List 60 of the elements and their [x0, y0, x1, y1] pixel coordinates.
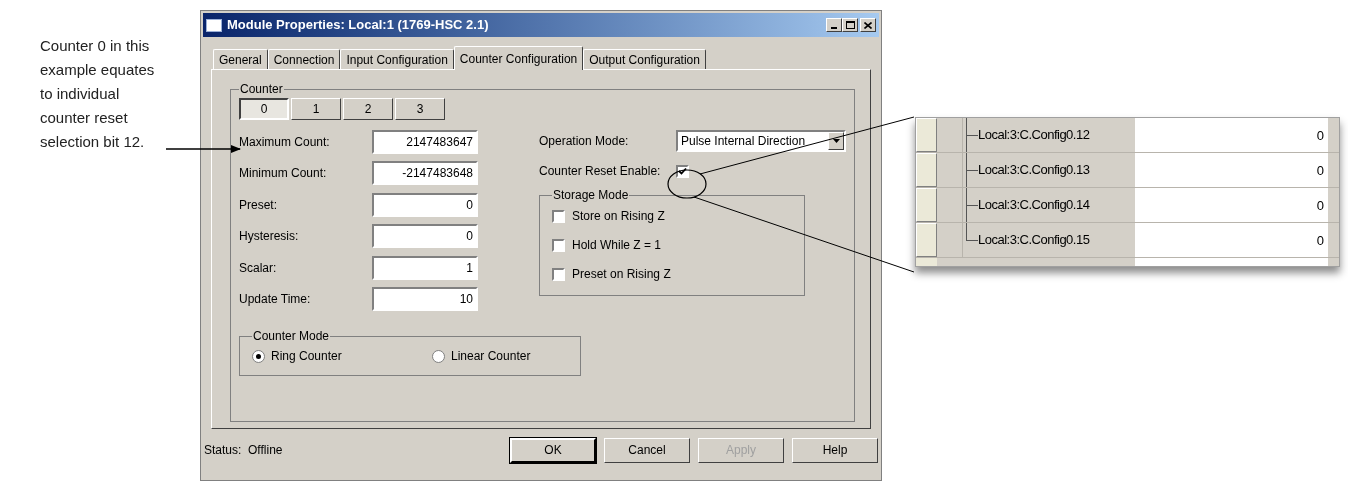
input-field[interactable]: 0: [372, 224, 478, 248]
window-title: Module Properties: Local:1 (1769-HSC 2.1): [227, 16, 490, 35]
close-icon[interactable]: [860, 18, 876, 32]
counter-button[interactable]: 1: [291, 98, 341, 120]
radio-button[interactable]: [252, 349, 265, 363]
tag-name-cell: Local:3:C.Config0.13: [937, 153, 1135, 187]
field-label: Operation Mode:: [539, 133, 630, 150]
group-label: Counter Mode: [252, 328, 331, 345]
tag-name-cell: Local:3:C.Config0.15: [937, 223, 1135, 257]
tag-value: 0: [1135, 188, 1328, 222]
tag-value: 0: [1135, 118, 1328, 152]
caption-text: Counter 0 in this example equates to individual counter reset selection bit 12.: [40, 36, 156, 152]
row-header[interactable]: [916, 188, 937, 222]
radio-label: Ring Counter: [271, 348, 342, 365]
dialog-button[interactable]: OK: [510, 437, 596, 463]
checkbox-label: Preset on Rising Z: [572, 266, 671, 283]
status-label: Status: Offline: [204, 442, 284, 459]
field-label: Update Time:: [239, 291, 312, 308]
input-field[interactable]: 0: [372, 193, 478, 217]
radio-button[interactable]: [432, 349, 445, 363]
tab[interactable]: Connection: [267, 49, 341, 69]
field-label: Preset:: [239, 197, 278, 214]
field-label: Hysteresis:: [239, 228, 300, 245]
counter-button[interactable]: 3: [395, 98, 445, 120]
tab[interactable]: Counter Configuration: [453, 46, 584, 70]
tab[interactable]: Input Configuration: [340, 49, 454, 69]
row-header[interactable]: [916, 223, 937, 257]
input-field[interactable]: 2147483647: [372, 130, 478, 154]
input-field[interactable]: 1: [372, 256, 478, 280]
group-label: Counter: [239, 81, 284, 98]
field-label: Minimum Count:: [239, 165, 328, 182]
dialog-button[interactable]: Help: [792, 437, 878, 463]
tag-name-cell: Local:3:C.Config0.14: [937, 188, 1135, 222]
input-field[interactable]: -2147483648: [372, 161, 478, 185]
dialog-button[interactable]: Cancel: [604, 437, 690, 463]
field-label: Scalar:: [239, 260, 278, 277]
row-header[interactable]: [916, 153, 937, 187]
tab[interactable]: General: [213, 49, 268, 69]
field-label: Maximum Count:: [239, 134, 331, 151]
checkbox-label: Hold While Z = 1: [572, 237, 662, 254]
field-label: Counter Reset Enable:: [539, 163, 662, 180]
checkbox[interactable]: [552, 267, 565, 281]
counter-button[interactable]: 2: [343, 98, 393, 120]
window-icon: [206, 18, 222, 32]
tab[interactable]: Output Configuration: [583, 49, 706, 69]
input-field[interactable]: 10: [372, 287, 478, 311]
checkbox-label: Store on Rising Z: [572, 208, 665, 225]
tag-name-cell: Local:3:C.Config0.12: [937, 118, 1135, 152]
group-label: Storage Mode: [552, 187, 630, 204]
dropdown[interactable]: Pulse Internal Direction: [676, 130, 846, 152]
tag-value: 0: [1135, 223, 1328, 257]
counter-button[interactable]: 0: [239, 98, 289, 120]
callout-ellipse: [667, 169, 707, 199]
maximize-icon[interactable]: [842, 18, 858, 32]
checkbox[interactable]: [552, 238, 565, 252]
tag-value: 0: [1135, 153, 1328, 187]
minimize-icon[interactable]: [826, 18, 842, 32]
checkbox[interactable]: [552, 209, 565, 223]
radio-label: Linear Counter: [451, 348, 531, 365]
row-header[interactable]: [916, 118, 937, 152]
